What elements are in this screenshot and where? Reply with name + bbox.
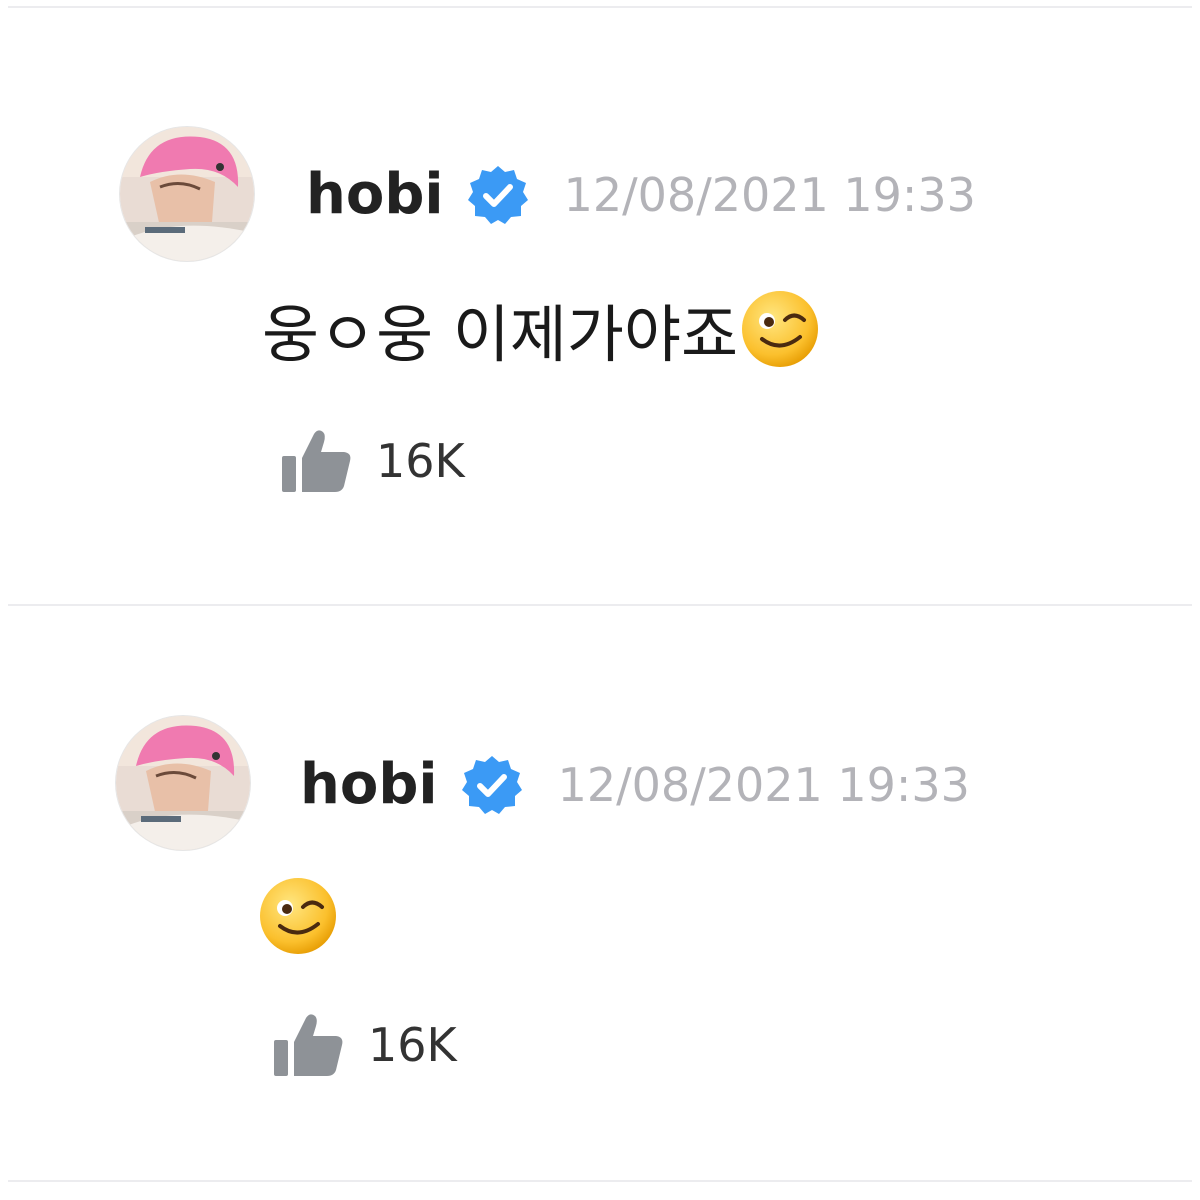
timestamp: 12/08/2021 19:33 xyxy=(557,757,970,812)
like-row: 16K xyxy=(282,428,465,494)
like-count: 16K xyxy=(368,1018,457,1072)
thumbs-up-icon[interactable] xyxy=(282,428,352,494)
avatar[interactable] xyxy=(120,127,254,261)
verified-badge-icon xyxy=(460,753,524,817)
avatar[interactable] xyxy=(116,716,250,850)
comment-text: 웅ㅇ웅 이제가야죠 xyxy=(262,298,739,371)
like-row: 16K xyxy=(274,1012,457,1078)
winking-face-emoji xyxy=(256,874,340,958)
comment-body xyxy=(256,874,340,958)
thumbs-up-icon[interactable] xyxy=(274,1012,344,1078)
winking-face-emoji xyxy=(738,287,822,371)
verified-badge-icon xyxy=(466,163,530,227)
timestamp: 12/08/2021 19:33 xyxy=(563,167,976,222)
username[interactable]: hobi xyxy=(306,162,444,227)
divider xyxy=(8,6,1192,8)
comment-header: hobi 12/08/2021 19:33 xyxy=(306,162,976,227)
username[interactable]: hobi xyxy=(300,752,438,817)
comment-body: 웅ㅇ웅 이제가야죠 xyxy=(262,284,822,374)
divider xyxy=(8,1180,1192,1182)
like-count: 16K xyxy=(376,434,465,488)
divider xyxy=(8,604,1192,606)
comment-feed: hobi 12/08/2021 19:33 웅ㅇ웅 이제가야죠 16K hobi… xyxy=(0,0,1200,1200)
comment-header: hobi 12/08/2021 19:33 xyxy=(300,752,970,817)
